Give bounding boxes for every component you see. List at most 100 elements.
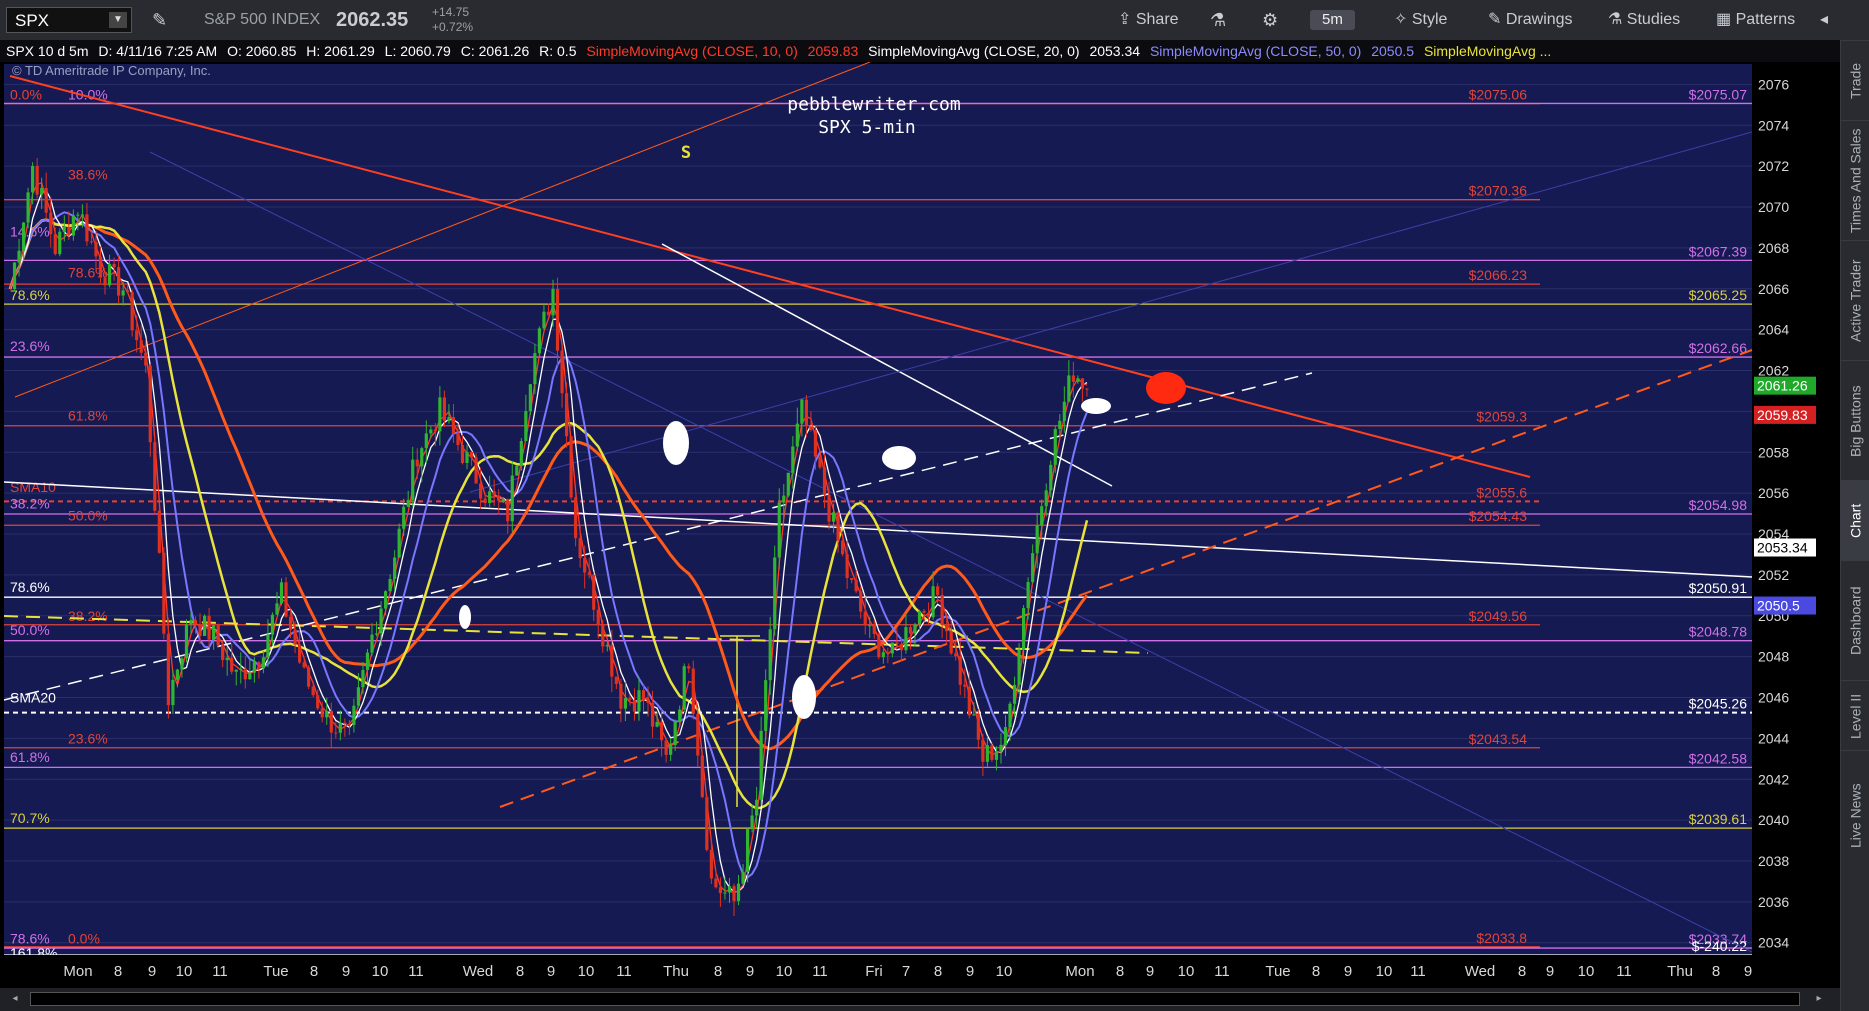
flask-icon[interactable]: ⚗	[1210, 0, 1226, 40]
candle-body	[325, 710, 329, 718]
studies-icon: ⚗	[1608, 11, 1627, 28]
time-tick-label: 8	[114, 963, 122, 980]
expand-icon[interactable]: ◂	[1820, 0, 1828, 40]
sidebar-tab-big-buttons[interactable]: Big Buttons	[1841, 360, 1869, 481]
candle-body	[854, 579, 858, 592]
candle-body	[958, 656, 962, 685]
time-scrollbar[interactable]: ◂ ▸	[0, 988, 1840, 1011]
scroll-left-icon[interactable]: ◂	[4, 992, 26, 1006]
study-info-bar: SPX 10 d 5m D: 4/11/16 7:25 AM O: 2060.8…	[0, 40, 1840, 62]
candle-body	[1031, 553, 1035, 583]
sidebar-tab-chart[interactable]: Chart	[1841, 480, 1869, 561]
candle-body	[338, 722, 342, 733]
candle-body	[469, 452, 474, 458]
style-button[interactable]: ✧ Style	[1394, 0, 1447, 40]
chart-description: SPX 10 d 5m	[6, 43, 89, 59]
candle-body	[62, 227, 66, 232]
candle-body	[456, 433, 460, 445]
time-tick-label: 8	[1312, 963, 1320, 980]
candle-body	[619, 683, 623, 709]
sidebar-tab-active-trader[interactable]: Active Trader	[1841, 240, 1869, 361]
sidebar-tab-times-and-sales[interactable]: Times And Sales	[1841, 120, 1869, 241]
candle-body	[904, 627, 908, 651]
time-tick-label: 9	[1744, 963, 1752, 980]
sma10-label[interactable]: SimpleMovingAvg (CLOSE, 10, 0)	[586, 43, 797, 59]
time-tick-label: 8	[1712, 963, 1720, 980]
watermark-subtitle: SPX 5-min	[818, 117, 916, 138]
share-button[interactable]: ⇪ Share	[1118, 0, 1179, 40]
time-tick-label: 8	[516, 963, 524, 980]
sidebar-tab-live-news[interactable]: Live News	[1841, 750, 1869, 881]
candle-body	[17, 250, 21, 263]
candle-body	[818, 456, 822, 468]
candle-body	[98, 256, 103, 278]
patterns-button[interactable]: ▦ Patterns	[1716, 0, 1795, 40]
interval-button[interactable]: 5m	[1310, 10, 1355, 30]
drawings-button[interactable]: ✎ Drawings	[1488, 0, 1573, 40]
candle-body	[564, 393, 569, 437]
price-chart[interactable]: $2075.06 $2075.07 $2070.36 $2067.39 $2066.23…	[0, 62, 1840, 988]
time-tick-label: 10	[996, 963, 1013, 980]
candle-body	[44, 188, 48, 213]
time-axis[interactable]: Mon 8 9 10 11 Tue 8 9 10 11 Wed 8 9 10 11 Thu 8 9 10 11 Fri 7…	[0, 955, 1840, 988]
fib-label: 38.2%	[10, 495, 50, 511]
candle-body	[162, 552, 166, 634]
fib-label: 61.8%	[10, 749, 50, 765]
sma20-label[interactable]: SimpleMovingAvg (CLOSE, 20, 0)	[868, 43, 1079, 59]
link-icon[interactable]: ✎	[152, 0, 167, 40]
symbol-input[interactable]: SPX ▼	[6, 7, 132, 33]
candle-body	[836, 512, 840, 541]
candle-body	[994, 751, 999, 760]
time-tick-label: 7	[902, 963, 910, 980]
scroll-right-icon[interactable]: ▸	[1808, 992, 1830, 1006]
candle-body	[135, 330, 139, 341]
candle-body	[533, 353, 537, 385]
sma50-label[interactable]: SimpleMovingAvg (CLOSE, 50, 0)	[1150, 43, 1361, 59]
patterns-label: Patterns	[1735, 11, 1796, 28]
candle-body	[207, 615, 211, 640]
price-level-label: $2050.91	[1689, 580, 1748, 596]
price-tick-label: 2040	[1758, 812, 1789, 828]
candle-body	[284, 582, 288, 617]
sidebar-tab-level-ii[interactable]: Level II	[1841, 680, 1869, 751]
gear-icon[interactable]: ⚙	[1262, 0, 1278, 40]
time-tick-label: 8	[714, 963, 722, 980]
price-tick-label: 2044	[1758, 730, 1789, 746]
price-tick-label: 2038	[1758, 853, 1789, 869]
candle-body	[922, 610, 926, 613]
time-tick-label: 9	[746, 963, 754, 980]
scroll-track[interactable]	[30, 992, 1800, 1006]
sidebar-tab-dashboard[interactable]: Dashboard	[1841, 560, 1869, 681]
chevron-down-icon[interactable]: ▼	[109, 12, 127, 28]
candle-body	[537, 328, 542, 354]
candle-body	[976, 714, 980, 740]
candle-body	[755, 799, 759, 816]
price-level-label: $2065.25	[1689, 287, 1748, 303]
candle-body	[225, 657, 229, 661]
candle-body	[488, 491, 492, 504]
candle-body	[741, 871, 745, 884]
time-tick-label: 8	[1116, 963, 1124, 980]
candle-body	[614, 676, 618, 684]
studies-button[interactable]: ⚗ Studies	[1608, 0, 1680, 40]
candle-body	[519, 440, 523, 466]
fib-label: SMA10	[10, 479, 56, 495]
candle-body	[1008, 703, 1012, 728]
candle-body	[175, 669, 180, 680]
symbol-description: S&P 500 INDEX	[204, 11, 321, 28]
time-tick-label: Thu	[663, 963, 689, 980]
sma-more-label[interactable]: SimpleMovingAvg ...	[1424, 43, 1551, 59]
candle-body	[212, 625, 216, 640]
candle-body	[393, 557, 397, 579]
time-tick-label: Mon	[63, 963, 92, 980]
candle-body	[877, 633, 881, 658]
price-axis[interactable]: 2034203620382040204220442046204820502052…	[1752, 62, 1840, 988]
candle-body	[804, 399, 808, 427]
candle-body	[583, 558, 587, 573]
price-tick-label: 2036	[1758, 894, 1789, 910]
candle-body	[148, 365, 152, 443]
fib-label: 38.6%	[68, 166, 108, 182]
candle-body	[908, 627, 913, 634]
sidebar-tab-trade[interactable]: Trade	[1841, 40, 1869, 121]
candle-body	[94, 242, 98, 257]
